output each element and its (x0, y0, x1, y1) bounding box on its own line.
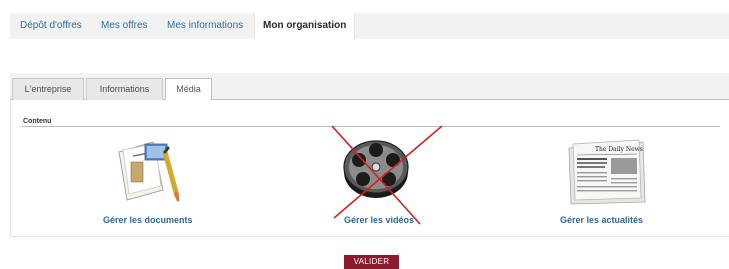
subtab-bar: L'entreprise Informations Média (10, 73, 729, 101)
manage-documents-link[interactable]: Gérer les documents (103, 215, 193, 225)
newspaper-masthead: The Daily News (595, 146, 643, 153)
documents-icon[interactable] (113, 138, 187, 204)
newspaper-icon[interactable]: The Daily News (565, 138, 651, 206)
subtab-media[interactable]: Média (165, 78, 212, 101)
validate-button[interactable]: VALIDER (344, 255, 399, 269)
top-navigation: Dépôt d'offres Mes offres Mes informatio… (10, 13, 729, 39)
nav-tab-mes-informations[interactable]: Mes informations (167, 13, 243, 39)
manage-videos-link[interactable]: Gérer les vidéos (344, 215, 414, 225)
nav-tab-mon-organisation[interactable]: Mon organisation (254, 13, 356, 39)
section-title: Contenu (23, 118, 52, 125)
subtab-entreprise[interactable]: L'entreprise (12, 78, 84, 100)
subtab-informations[interactable]: Informations (86, 78, 163, 100)
nav-tab-mes-offres[interactable]: Mes offres (101, 13, 148, 39)
nav-tab-depot-offres[interactable]: Dépôt d'offres (20, 13, 82, 39)
cross-out-mark (331, 125, 443, 225)
manage-news-link[interactable]: Gérer les actualités (560, 215, 643, 225)
